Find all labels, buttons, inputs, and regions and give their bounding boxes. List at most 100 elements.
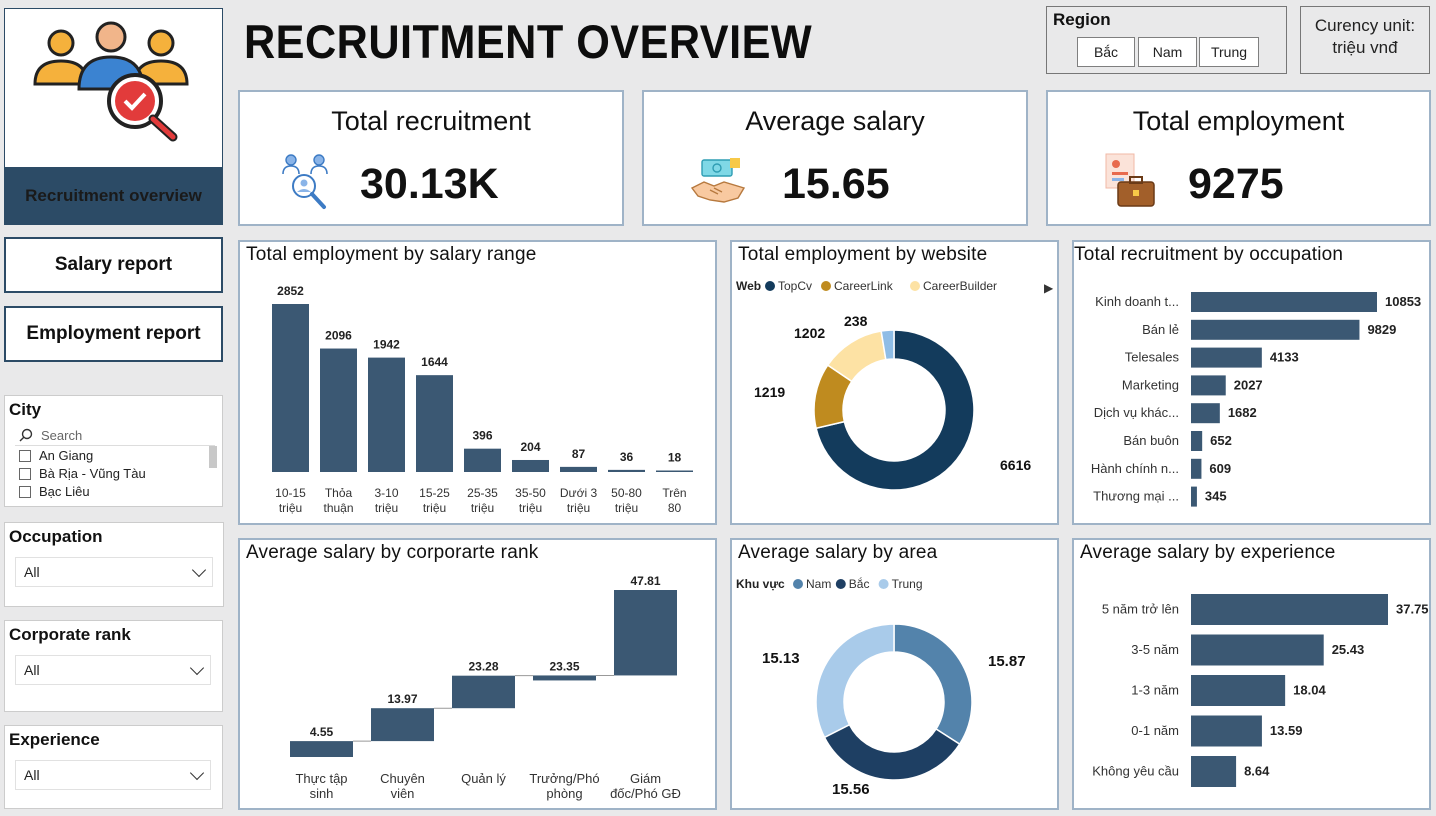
y-tick-label: Hành chính n... (1091, 461, 1179, 476)
nav-recruitment-overview-label: Recruitment overview (25, 186, 202, 205)
handshake-money-icon (690, 158, 746, 203)
bar (1191, 431, 1203, 451)
data-label: 238 (844, 313, 868, 329)
x-tick-label: 50-80 (611, 486, 642, 500)
bar (1191, 319, 1360, 340)
nav-salary-report-label: Salary report (54, 254, 173, 275)
x-tick-label: triệu (519, 501, 542, 515)
x-tick-label: thuận (323, 501, 353, 515)
region-option-trung[interactable]: Trung (1199, 37, 1259, 67)
checkbox[interactable] (19, 485, 31, 498)
x-tick-label: triệu (423, 501, 446, 515)
rank-dropdown[interactable]: All (15, 655, 211, 685)
x-tick-label: phòng (546, 786, 582, 801)
legend-title: Khu vực (736, 577, 785, 591)
bar (608, 469, 645, 472)
y-tick-label: 0-1 năm (1131, 723, 1179, 738)
legend-marker (793, 579, 803, 589)
experience-dropdown[interactable]: All (15, 760, 211, 790)
panel-salary-by-corporate-rank: Average salary by corporarte rank 4.55 Th… (238, 538, 717, 810)
kpi-average-salary: Average salary 15.65 (642, 90, 1028, 226)
city-option[interactable]: Bạc Liêu (19, 484, 90, 499)
y-tick-label: Dịch vụ khác... (1094, 405, 1179, 420)
city-option[interactable]: An Giang (19, 448, 93, 463)
kpi-total-employment: Total employment 9275 (1046, 90, 1431, 226)
checkbox[interactable] (19, 467, 31, 480)
bar (464, 448, 501, 472)
x-tick-label: Giám (630, 771, 661, 786)
search-icon (19, 428, 33, 442)
bar (560, 466, 597, 472)
occupation-bar-chart: Kinh doanh t... 10853 Bán lẻ 9829 Telesales 4… (1091, 292, 1421, 507)
data-label: 37.75 (1396, 602, 1429, 617)
data-label: 13.59 (1270, 723, 1303, 738)
legend-title: Web (736, 279, 761, 293)
currency-unit-label: Curency unit: (1314, 16, 1416, 35)
legend-marker (910, 281, 920, 291)
x-tick-label: Trên (662, 486, 686, 500)
legend-marker (878, 579, 889, 589)
bar (1191, 675, 1286, 706)
data-label: 18 (668, 451, 682, 465)
bar (1191, 756, 1237, 787)
data-label: 87 (572, 447, 586, 461)
nav-salary-report[interactable]: Salary report (4, 237, 223, 293)
rank-dropdown-value: All (24, 662, 40, 678)
legend-label: Nam (806, 577, 831, 591)
x-tick-label: 25-35 (467, 486, 498, 500)
bar (1191, 486, 1197, 507)
city-option-label: Bà Rịa - Vũng Tàu (39, 466, 146, 481)
panel-employment-by-website: Total employment by website Web TopCv Care… (730, 240, 1059, 525)
city-slicer: City Search An Giang Bà Rịa - Vũng Tàu B… (4, 395, 223, 507)
city-scrollbar[interactable] (209, 446, 217, 468)
nav-employment-report-label: Employment report (26, 323, 201, 344)
logo-panel (4, 8, 223, 168)
data-label: 36 (620, 450, 634, 464)
data-label: 6616 (1000, 457, 1031, 473)
employment-briefcase-icon (1105, 153, 1155, 207)
region-option-bac[interactable]: Bắc (1077, 37, 1135, 67)
kpi-value: 30.13K (360, 160, 499, 208)
panel-salary-by-area: Average salary by area Khu vực Nam Bắc Trun… (730, 538, 1059, 810)
kpi-value: 9275 (1188, 160, 1284, 208)
data-label: 4.55 (310, 725, 334, 739)
kpi-title: Total employment (1132, 106, 1345, 136)
city-option[interactable]: Bà Rịa - Vũng Tàu (19, 466, 146, 481)
y-tick-label: Bán lẻ (1142, 322, 1179, 337)
nav-employment-report[interactable]: Employment report (4, 306, 223, 362)
data-label: 25.43 (1332, 642, 1365, 657)
legend-label: CareerLink (834, 279, 894, 293)
legend-marker (765, 281, 775, 291)
data-label: 4133 (1270, 350, 1299, 365)
chevron-down-icon (189, 765, 205, 781)
data-label: 23.28 (468, 660, 498, 674)
region-option-nam[interactable]: Nam (1138, 37, 1197, 67)
waterfall-bar (452, 675, 515, 709)
data-label: 1219 (754, 384, 785, 400)
bar (368, 357, 405, 472)
x-tick-label: sinh (310, 786, 334, 801)
experience-bar-chart: 5 năm trở lên 37.75 3-5 năm 25.43 1-3 năm 18.… (1092, 594, 1429, 787)
data-label: 396 (472, 429, 492, 443)
city-search-underline (15, 445, 215, 446)
donut-slice (815, 623, 895, 739)
city-search[interactable]: Search (19, 426, 199, 444)
panel-recruitment-by-occupation: Total recruitment by occupation Kinh doa… (1072, 240, 1431, 525)
legend-label: CareerBuilder (923, 279, 997, 293)
kpi-title: Total recruitment (331, 106, 531, 136)
occupation-dropdown[interactable]: All (15, 557, 213, 587)
x-tick-label: Dưới 3 (560, 486, 598, 500)
chevron-down-icon (189, 660, 205, 676)
checkbox[interactable] (19, 449, 31, 462)
nav-recruitment-overview[interactable]: Recruitment overview (4, 167, 223, 225)
city-search-placeholder: Search (41, 427, 83, 443)
experience-slicer-title: Experience (9, 730, 100, 749)
y-tick-label: 5 năm trở lên (1102, 602, 1179, 617)
data-label: 18.04 (1293, 683, 1326, 698)
region-option-label: Trung (1210, 44, 1248, 60)
experience-slicer: Experience All (4, 725, 223, 809)
waterfall-bar (290, 741, 353, 757)
y-tick-label: Bán buôn (1123, 433, 1179, 448)
y-tick-label: 3-5 năm (1131, 642, 1179, 657)
donut-slice (823, 723, 961, 781)
